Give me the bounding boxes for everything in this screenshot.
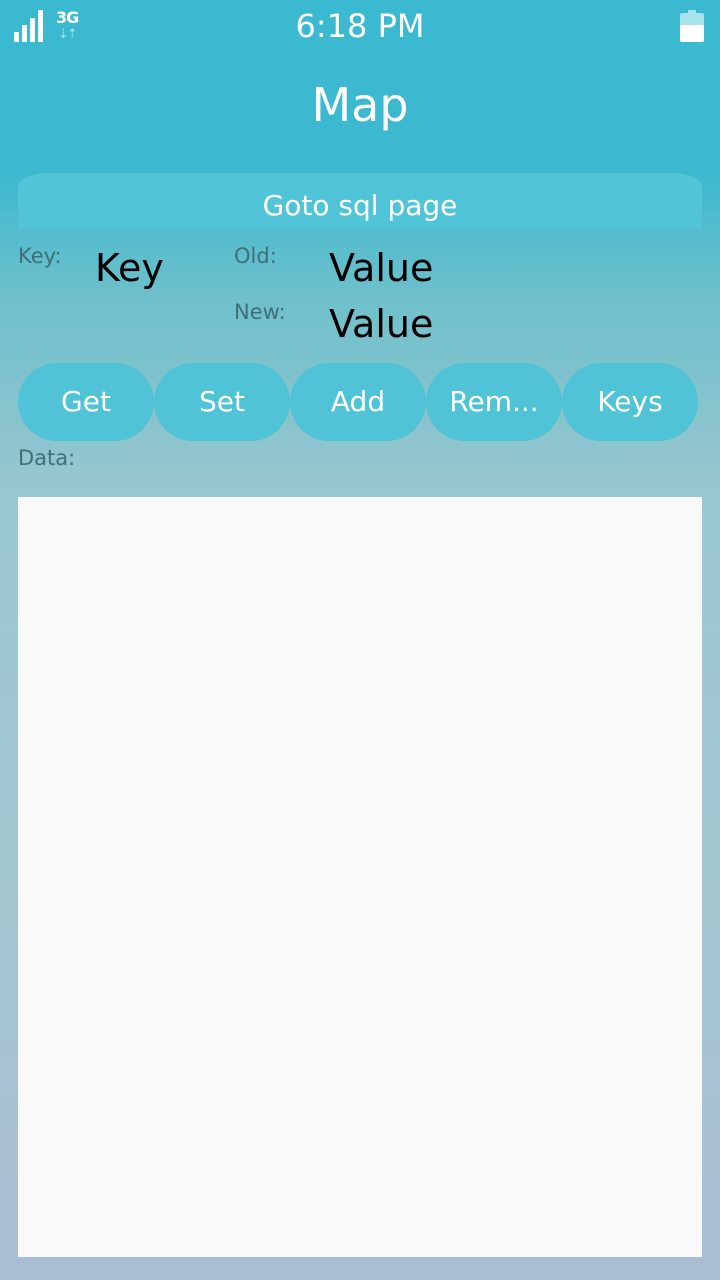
add-button[interactable]: Add	[290, 363, 426, 441]
goto-sql-page-button[interactable]: Goto sql page	[18, 173, 702, 229]
key-label: Key:	[18, 244, 62, 268]
data-output-area	[18, 497, 702, 1257]
key-input[interactable]: Key	[95, 246, 164, 290]
status-time: 6:18 PM	[295, 7, 425, 45]
set-button[interactable]: Set	[154, 363, 290, 441]
data-label: Data:	[18, 446, 76, 470]
get-button[interactable]: Get	[18, 363, 154, 441]
remove-button[interactable]: Rem...	[426, 363, 562, 441]
new-value-label: New:	[234, 300, 286, 324]
keys-button[interactable]: Keys	[562, 363, 698, 441]
battery-icon	[680, 10, 704, 42]
status-bar: 3G ⇣⇡ 6:18 PM	[0, 0, 720, 52]
page-title: Map	[311, 78, 409, 132]
old-value-input[interactable]: Value	[329, 246, 433, 290]
old-value-label: Old:	[234, 244, 277, 268]
new-value-input[interactable]: Value	[329, 302, 433, 346]
action-button-row: Get Set Add Rem... Keys	[18, 363, 702, 441]
